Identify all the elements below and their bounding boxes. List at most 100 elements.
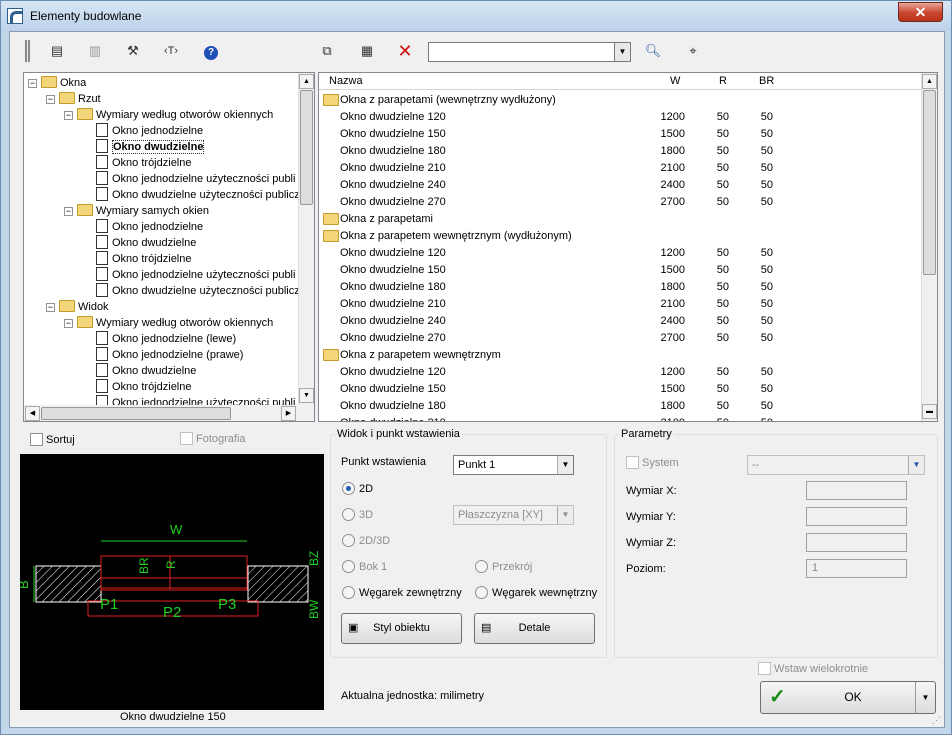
tree-folder[interactable]: − Widok bbox=[46, 299, 109, 315]
multi-insert-checkbox[interactable]: Wstaw wielokrotnie bbox=[758, 662, 868, 675]
system-select[interactable]: -- ▼ bbox=[747, 455, 925, 475]
resize-grip-icon[interactable]: ⋰ bbox=[932, 715, 944, 727]
ok-button[interactable]: ✓ OK ▼ bbox=[760, 681, 936, 714]
delete-icon[interactable]: ✕ bbox=[394, 40, 416, 62]
binoculars-icon[interactable]: ⌖ bbox=[682, 40, 704, 62]
text-tag-icon[interactable]: ‹T› bbox=[160, 40, 182, 62]
collapse-icon[interactable]: − bbox=[28, 79, 37, 88]
scroll-thumb[interactable] bbox=[923, 90, 936, 275]
table-row[interactable]: Okno dwudzielne 270 2700 50 50 bbox=[319, 330, 921, 347]
tree-folder[interactable]: − Wymiary według otworów okiennych bbox=[64, 315, 273, 331]
scroll-up-button[interactable]: ▲ bbox=[922, 74, 937, 89]
collapse-icon[interactable]: − bbox=[64, 111, 73, 120]
scroll-left-button[interactable]: ◀ bbox=[25, 406, 40, 421]
tree-vertical-scrollbar[interactable]: ▲ ▼ bbox=[298, 73, 314, 405]
table-row[interactable]: Okno dwudzielne 120 1200 50 50 bbox=[319, 245, 921, 262]
group-row[interactable]: Okna z parapetami (wewnętrzny wydłużony) bbox=[319, 92, 921, 109]
collapse-icon[interactable]: − bbox=[46, 95, 55, 104]
radio-2d3d[interactable]: 2D/3D bbox=[342, 534, 390, 547]
tree-folder[interactable]: − Rzut bbox=[46, 91, 101, 107]
dim-z-field[interactable] bbox=[806, 533, 907, 552]
tree-item[interactable]: Okno dwudzielne użyteczności publicz bbox=[82, 187, 300, 203]
tree-item[interactable]: Okno jednodzielne bbox=[82, 219, 203, 235]
table-row[interactable]: Okno dwudzielne 150 1500 50 50 bbox=[319, 126, 921, 143]
table-row[interactable]: Okno dwudzielne 150 1500 50 50 bbox=[319, 381, 921, 398]
scroll-thumb[interactable] bbox=[300, 90, 313, 205]
sort-checkbox[interactable]: Sortuj bbox=[30, 433, 75, 446]
radio-3d[interactable]: 3D bbox=[342, 508, 373, 521]
table-row[interactable]: Okno dwudzielne 210 2100 50 50 bbox=[319, 296, 921, 313]
system-checkbox[interactable]: System bbox=[626, 456, 679, 469]
dim-x-field[interactable] bbox=[806, 481, 907, 500]
collapse-icon[interactable]: − bbox=[64, 207, 73, 216]
group-row[interactable]: Okna z parapetami bbox=[319, 211, 921, 228]
radio-outer[interactable]: Węgarek zewnętrzny bbox=[342, 586, 462, 599]
collapse-icon[interactable]: − bbox=[64, 319, 73, 328]
page-icon[interactable]: ▥ bbox=[84, 40, 106, 62]
table-row[interactable]: Okno dwudzielne 180 1800 50 50 bbox=[319, 279, 921, 296]
insert-point-select[interactable]: Punkt 1 ▼ bbox=[453, 455, 574, 475]
tree-item[interactable]: Okno dwudzielne użyteczności publicz bbox=[82, 283, 300, 299]
table-vertical-scrollbar[interactable]: ▲ ▬ bbox=[921, 73, 937, 421]
radio-2d[interactable]: 2D bbox=[342, 482, 373, 495]
search-icon[interactable]: 🔍︎ bbox=[642, 40, 664, 62]
collapse-icon[interactable]: − bbox=[46, 303, 55, 312]
tree-item[interactable]: Okno dwudzielne bbox=[82, 363, 196, 379]
tree-folder[interactable]: − Okna bbox=[28, 75, 86, 91]
search-dropdown-button[interactable]: ▼ bbox=[614, 42, 631, 62]
plane-select[interactable]: Płaszczyzna [XY] ▼ bbox=[453, 505, 574, 525]
col-br-header[interactable]: BR bbox=[759, 75, 774, 87]
tree-item[interactable]: Okno trójdzielne bbox=[82, 251, 192, 267]
tree-item[interactable]: Okno trójdzielne bbox=[82, 379, 192, 395]
help-icon[interactable]: ? bbox=[200, 40, 222, 62]
col-r-header[interactable]: R bbox=[719, 75, 727, 87]
table-row[interactable]: Okno dwudzielne 240 2400 50 50 bbox=[319, 313, 921, 330]
group-row[interactable]: Okna z parapetem wewnętrznym (wydłużonym… bbox=[319, 228, 921, 245]
copy-icon[interactable]: ⧉ bbox=[316, 40, 338, 62]
table-row[interactable]: Okno dwudzielne 180 1800 50 50 bbox=[319, 143, 921, 160]
tree-folder[interactable]: − Wymiary według otworów okiennych bbox=[64, 107, 273, 123]
tree-item[interactable]: Okno dwudzielne bbox=[82, 139, 205, 155]
tree-item[interactable]: Okno jednodzielne użyteczności publi bbox=[82, 267, 295, 283]
category-tree[interactable]: − Okna − Rzut − Wymiary według otworów okienn… bbox=[23, 72, 315, 422]
tree-folder[interactable]: − Wymiary samych okien bbox=[64, 203, 209, 219]
table-row[interactable]: Okno dwudzielne 120 1200 50 50 bbox=[319, 364, 921, 381]
elements-table[interactable]: Nazwa W R BR Okna z parapetami (wewnętrz… bbox=[318, 72, 938, 422]
search-input[interactable] bbox=[428, 42, 615, 62]
table-row[interactable]: Okno dwudzielne 210 2100 50 50 bbox=[319, 160, 921, 177]
radio-side[interactable]: Bok 1 bbox=[342, 560, 387, 573]
radio-section[interactable]: Przekrój bbox=[475, 560, 532, 573]
properties-icon[interactable]: ▦ bbox=[356, 40, 378, 62]
tree-item[interactable]: Okno dwudzielne bbox=[82, 235, 196, 251]
object-style-button[interactable]: ▣ Styl obiektu bbox=[341, 613, 462, 644]
scroll-right-button[interactable]: ▶ bbox=[281, 406, 296, 421]
tree-item[interactable]: Okno jednodzielne (prawe) bbox=[82, 347, 243, 363]
scroll-up-button[interactable]: ▲ bbox=[299, 74, 314, 89]
table-row[interactable]: Okno dwudzielne 240 2400 50 50 bbox=[319, 177, 921, 194]
tree-item[interactable]: Okno jednodzielne użyteczności publi bbox=[82, 171, 295, 187]
col-name-header[interactable]: Nazwa bbox=[329, 75, 363, 87]
table-row[interactable]: Okno dwudzielne 150 1500 50 50 bbox=[319, 262, 921, 279]
details-button[interactable]: ▤ Detale bbox=[474, 613, 595, 644]
level-field[interactable]: 1 bbox=[806, 559, 907, 578]
tree-horizontal-scrollbar[interactable]: ◀ ▶ bbox=[24, 405, 314, 421]
group-row[interactable]: Okna z parapetem wewnętrznym bbox=[319, 347, 921, 364]
tree-item[interactable]: Okno jednodzielne (lewe) bbox=[82, 331, 236, 347]
scroll-down-button[interactable]: ▼ bbox=[299, 388, 314, 403]
dim-y-field[interactable] bbox=[806, 507, 907, 526]
table-row[interactable]: Okno dwudzielne 270 2700 50 50 bbox=[319, 194, 921, 211]
tree-item[interactable]: Okno jednodzielne bbox=[82, 123, 203, 139]
table-row[interactable]: Okno dwudzielne 180 1800 50 50 bbox=[319, 398, 921, 415]
radio-inner[interactable]: Węgarek wewnętrzny bbox=[475, 586, 597, 599]
list-view-icon[interactable]: ▤ bbox=[46, 40, 68, 62]
scroll-down-button[interactable]: ▬ bbox=[922, 404, 937, 419]
table-row[interactable]: Okno dwudzielne 120 1200 50 50 bbox=[319, 109, 921, 126]
tree-item[interactable]: Okno trójdzielne bbox=[82, 155, 192, 171]
tools-icon[interactable]: ⚒ bbox=[122, 40, 144, 62]
hscroll-thumb[interactable] bbox=[41, 407, 231, 420]
ok-dropdown-button[interactable]: ▼ bbox=[915, 682, 935, 713]
close-button[interactable]: ✕ bbox=[898, 2, 943, 22]
title-bar[interactable]: Elementy budowlane ✕ bbox=[1, 1, 951, 31]
table-row[interactable]: Okno dwudzielne 210 2100 50 50 bbox=[319, 415, 921, 421]
photo-checkbox[interactable]: Fotografia bbox=[180, 432, 246, 445]
